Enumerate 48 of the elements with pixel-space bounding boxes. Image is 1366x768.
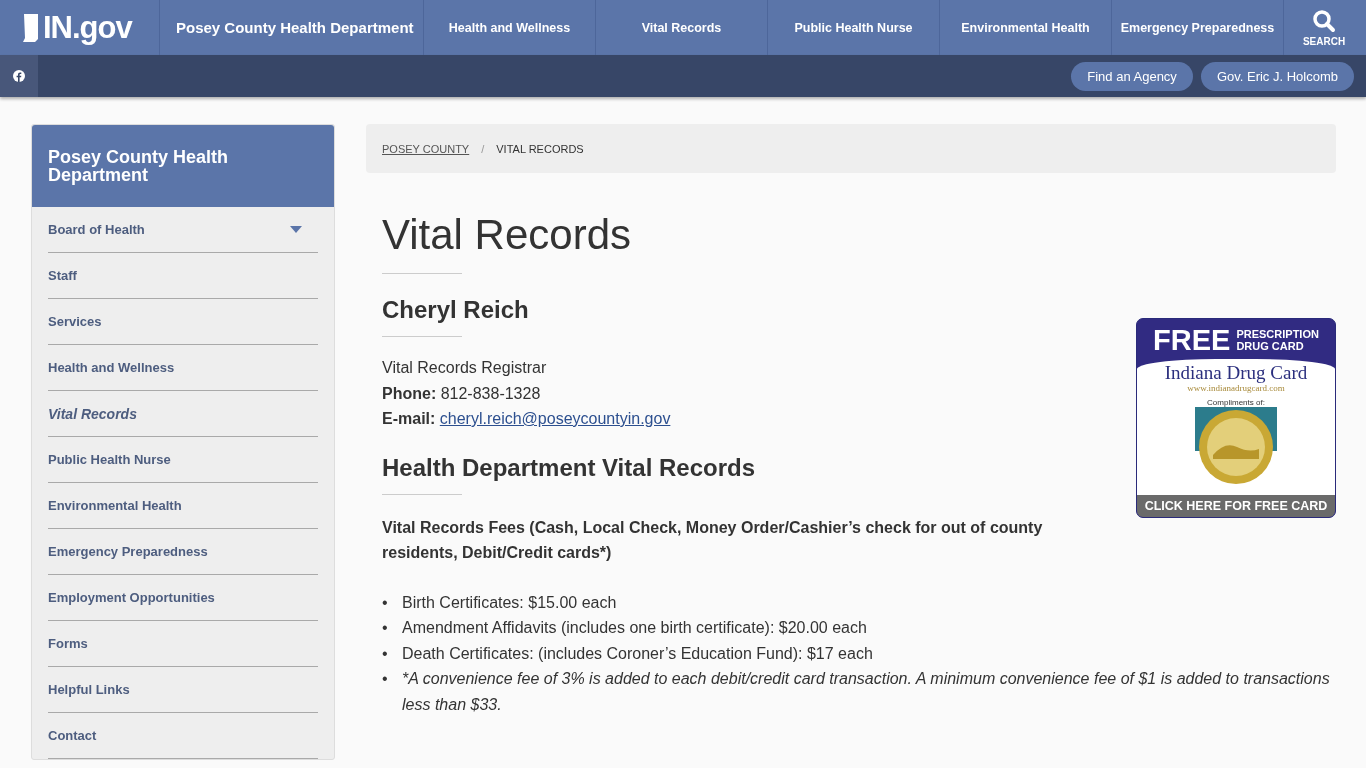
sidebar-item[interactable]: Forms	[48, 636, 88, 651]
search-button[interactable]: SEARCH	[1284, 0, 1364, 55]
sidebar-item[interactable]: Employment Opportunities	[48, 590, 215, 605]
fee-item: Birth Certificates: $15.00 each	[402, 592, 617, 613]
sidebar-title: Posey County Health Department	[32, 125, 334, 207]
sidebar-item[interactable]: Environmental Health	[48, 498, 182, 513]
bullet: •	[382, 618, 389, 638]
sidebar-item[interactable]: Vital Records	[48, 405, 137, 422]
contact-name: Cheryl Reich	[382, 296, 530, 324]
fee-item: Death Certificates: (includes Coroner’s Education Fund): $17 each	[402, 643, 873, 664]
phone-label: Phone:	[382, 384, 437, 402]
ad-subline: PRESCRIPTION	[1236, 328, 1319, 340]
contact-role: Vital Records Registrar	[382, 359, 547, 376]
phone-number: 812-838-1328	[440, 384, 541, 402]
ad-url: www.indianadrugcard.com	[1186, 383, 1286, 393]
sidebar-item[interactable]: Contact	[48, 728, 97, 743]
sidebar-item[interactable]: Health and Wellness	[48, 360, 175, 375]
sidebar-item[interactable]: Services	[48, 314, 102, 329]
fees-intro: Vital Records Fees (Cash, Local Check, Money Order/Cashier’s check for out of county residents, Debit/Credit cards*)	[382, 517, 1044, 563]
caret-icon[interactable]	[290, 226, 302, 233]
sidebar-item[interactable]: Helpful Links	[48, 682, 130, 697]
search-icon	[1312, 8, 1336, 33]
sidebar-item[interactable]: Board of Health	[48, 222, 145, 237]
breadcrumb-separator: /	[481, 142, 485, 155]
bullet: •	[382, 592, 389, 613]
ad-brand: Indiana Drug Card	[1163, 363, 1309, 383]
utility-button[interactable]: Find an Agency	[1071, 61, 1193, 91]
breadcrumb-link[interactable]: POSEY COUNTY	[382, 142, 470, 155]
sidebar-item[interactable]: Staff	[48, 268, 77, 283]
section-heading: Health Department Vital Records	[382, 453, 756, 482]
state-outline-icon	[22, 12, 40, 43]
utility-button[interactable]: Gov. Eric J. Holcomb	[1200, 61, 1354, 91]
page-title: Vital Records	[382, 211, 632, 259]
fee-item: *A convenience fee of 3% is added to each debit/credit card transaction. A minimum convenience fee of $1 is added to transactions less than $33.	[402, 669, 1331, 715]
bullet: •	[382, 643, 389, 664]
email-label: E-mail:	[382, 410, 436, 427]
breadcrumb-current: VITAL RECORDS	[496, 142, 584, 155]
ad-subline: DRUG CARD	[1236, 340, 1305, 352]
sidebar-item[interactable]: Emergency Preparedness	[48, 544, 208, 559]
fee-item: Amendment Affidavits (includes one birth certificate): $20.00 each	[402, 618, 867, 638]
email-link[interactable]: cheryl.reich@poseycountyin.gov	[439, 410, 671, 427]
sidebar-item[interactable]: Public Health Nurse	[48, 452, 171, 467]
ad-headline: FREE	[1153, 325, 1231, 355]
ad-cta: CLICK HERE FOR FREE CARD	[1137, 495, 1335, 517]
state-seal-icon	[1195, 407, 1277, 487]
bullet: •	[382, 669, 389, 689]
facebook-icon[interactable]	[0, 55, 38, 97]
ad-compliments: Compliments of:	[1137, 395, 1335, 407]
